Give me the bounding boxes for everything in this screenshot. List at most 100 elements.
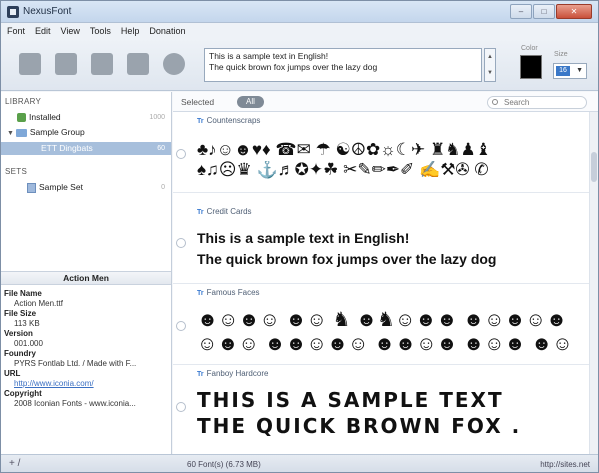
color-label: Color xyxy=(521,45,538,52)
foundry-value: PYRS Fontlab Ltd. / Made with F... xyxy=(14,359,137,368)
export-icon[interactable] xyxy=(127,53,149,75)
tree-item-sample-set[interactable]: Sample Set 0 xyxy=(1,181,171,194)
file-size-value: 113 KB xyxy=(14,319,40,328)
menu-donation[interactable]: Donation xyxy=(149,26,185,36)
font-preview-line-2: ♠♫☹♛ ⚓♬✪✦☘ ✂✎✏✒✐ ✍⚒✇ ✆ xyxy=(197,161,489,179)
font-info-title: Action Men xyxy=(1,271,171,285)
app-window: NexusFont – □ ✕ Font Edit View Tools Hel… xyxy=(0,0,599,473)
font-name: Fanboy Hardcore xyxy=(206,369,269,378)
font-row[interactable]: Tr Fanboy Hardcore THIS IS A SAMPLE TEXT … xyxy=(173,366,589,446)
copyright-label: Copyright xyxy=(4,389,42,398)
sample-text-input[interactable]: This is a sample text in English! The qu… xyxy=(204,48,482,82)
truetype-icon: Tr xyxy=(197,118,204,125)
font-preview-line-2: THE QUICK BROWN FOX . xyxy=(197,414,522,438)
minimize-button[interactable]: – xyxy=(510,4,532,19)
menu-tools[interactable]: Tools xyxy=(90,26,111,36)
menu-bar: Font Edit View Tools Help Donation xyxy=(1,23,598,39)
print-icon[interactable] xyxy=(19,53,41,75)
url-label: URL xyxy=(4,369,21,378)
version-value: 001.000 xyxy=(14,339,43,348)
font-row[interactable]: Tr Credit Cards This is a sample text in … xyxy=(173,204,589,284)
sample-text-spinner[interactable]: ▲ ▼ xyxy=(484,48,496,82)
menu-font[interactable]: Font xyxy=(7,26,25,36)
font-row[interactable]: Tr Countenscraps ♣♪☺☻♥♦ ☎✉ ☂ ☯☮✿☼☾✈ ♜♞♟♝ … xyxy=(173,113,589,193)
sample-text-line-1: This is a sample text in English! xyxy=(209,51,329,61)
status-url[interactable]: http://sites.net xyxy=(540,460,590,469)
menu-view[interactable]: View xyxy=(61,26,80,36)
file-name-label: File Name xyxy=(4,289,42,298)
color-swatch[interactable] xyxy=(520,55,542,79)
selected-item-label: ETT Dingbats xyxy=(41,143,93,153)
font-name-row: Tr Fanboy Hardcore xyxy=(197,369,268,378)
font-checkbox[interactable] xyxy=(176,321,186,331)
info-url: URL http://www.iconia.com/ xyxy=(4,369,94,389)
expand-icon[interactable]: ▼ xyxy=(7,130,16,137)
font-name: Countenscraps xyxy=(206,116,261,125)
search-placeholder: Search xyxy=(504,98,530,107)
font-name-row: Tr Countenscraps xyxy=(197,116,260,125)
font-name: Credit Cards xyxy=(206,207,252,216)
font-name-row: Tr Credit Cards xyxy=(197,207,252,216)
help-icon[interactable] xyxy=(163,53,185,75)
library-header: LIBRARY xyxy=(5,97,42,106)
set-label: Sample Set xyxy=(39,182,83,192)
font-preview-line-1: ☻☺☻☺ ☻☺ ♞ ☻♞☺☻☻ ☻☺☻☺☻ xyxy=(197,309,568,331)
window-controls: – □ ✕ xyxy=(510,4,592,19)
installed-count: 1000 xyxy=(149,114,165,121)
info-file-size: File Size 113 KB xyxy=(4,309,164,329)
uninstall-font-icon[interactable] xyxy=(91,53,113,75)
status-actions[interactable]: + / xyxy=(9,458,20,469)
filter-all-button[interactable]: All xyxy=(237,96,264,108)
folder-icon xyxy=(15,128,27,137)
installed-icon xyxy=(17,113,26,123)
font-preview-line-1: ♣♪☺☻♥♦ ☎✉ ☂ ☯☮✿☼☾✈ ♜♞♟♝ xyxy=(197,141,491,159)
menu-edit[interactable]: Edit xyxy=(35,26,51,36)
info-copyright: Copyright 2008 Iconian Fonts - www.iconi… xyxy=(4,389,164,409)
install-font-icon[interactable] xyxy=(55,53,77,75)
tree-item-installed[interactable]: Installed 1000 xyxy=(1,111,171,124)
info-file-name: File Name Action Men.ttf xyxy=(4,289,164,309)
close-button[interactable]: ✕ xyxy=(556,4,592,19)
vertical-scrollbar[interactable] xyxy=(589,112,598,454)
font-row[interactable]: Tr Famous Faces ☻☺☻☺ ☻☺ ♞ ☻♞☺☻☻ ☻☺☻☺☻ ☺☻☺… xyxy=(173,285,589,365)
truetype-icon: Tr xyxy=(197,209,204,216)
file-name-value: Action Men.ttf xyxy=(14,299,63,308)
search-input[interactable]: Search xyxy=(487,96,587,109)
chevron-down-icon: ▼ xyxy=(576,67,583,74)
font-preview-line-1: THIS IS A SAMPLE TEXT xyxy=(197,388,504,412)
font-name-row: Tr Famous Faces xyxy=(197,288,260,297)
info-version: Version 001.000 xyxy=(4,329,164,349)
font-checkbox[interactable] xyxy=(176,238,186,248)
font-preview-line-2: The quick brown fox jumps over the lazy … xyxy=(197,251,497,267)
filter-bar: Selected All Search xyxy=(173,92,598,112)
font-checkbox[interactable] xyxy=(176,149,186,159)
truetype-icon: Tr xyxy=(197,290,204,297)
sets-header: SETS xyxy=(5,167,28,176)
left-panel: LIBRARY Installed 1000 ▼ Sample Group ET… xyxy=(1,92,172,454)
menu-help[interactable]: Help xyxy=(121,26,140,36)
size-dropdown[interactable]: 16 ▼ xyxy=(553,63,587,79)
installed-label: Installed xyxy=(29,112,61,122)
selected-item-count: 60 xyxy=(157,145,165,152)
sample-text-line-2: The quick brown fox jumps over the lazy … xyxy=(209,62,378,72)
scrollbar-thumb[interactable] xyxy=(591,152,597,182)
url-link[interactable]: http://www.iconia.com/ xyxy=(4,379,94,389)
maximize-button[interactable]: □ xyxy=(533,4,555,19)
font-checkbox[interactable] xyxy=(176,402,186,412)
title-bar: NexusFont – □ ✕ xyxy=(1,1,598,23)
filter-selected[interactable]: Selected xyxy=(181,97,214,107)
font-name: Famous Faces xyxy=(206,288,260,297)
foundry-label: Foundry xyxy=(4,349,36,358)
tree-item-selected[interactable]: ETT Dingbats 60 xyxy=(1,142,171,155)
set-icon xyxy=(27,182,36,193)
tree-item-sample-group[interactable]: ▼ Sample Group xyxy=(1,126,171,139)
copyright-value: 2008 Iconian Fonts - www.iconia... xyxy=(14,399,136,408)
size-value: 16 xyxy=(556,66,570,76)
window-title: NexusFont xyxy=(23,6,72,17)
status-bar: + / 60 Font(s) (6.73 MB) http://sites.ne… xyxy=(1,454,598,472)
search-icon xyxy=(492,99,498,105)
version-label: Version xyxy=(4,329,33,338)
file-size-label: File Size xyxy=(4,309,37,318)
font-list-panel: Selected All Search Tr Countenscraps ♣♪☺☻… xyxy=(173,92,598,454)
size-label: Size xyxy=(554,51,568,58)
